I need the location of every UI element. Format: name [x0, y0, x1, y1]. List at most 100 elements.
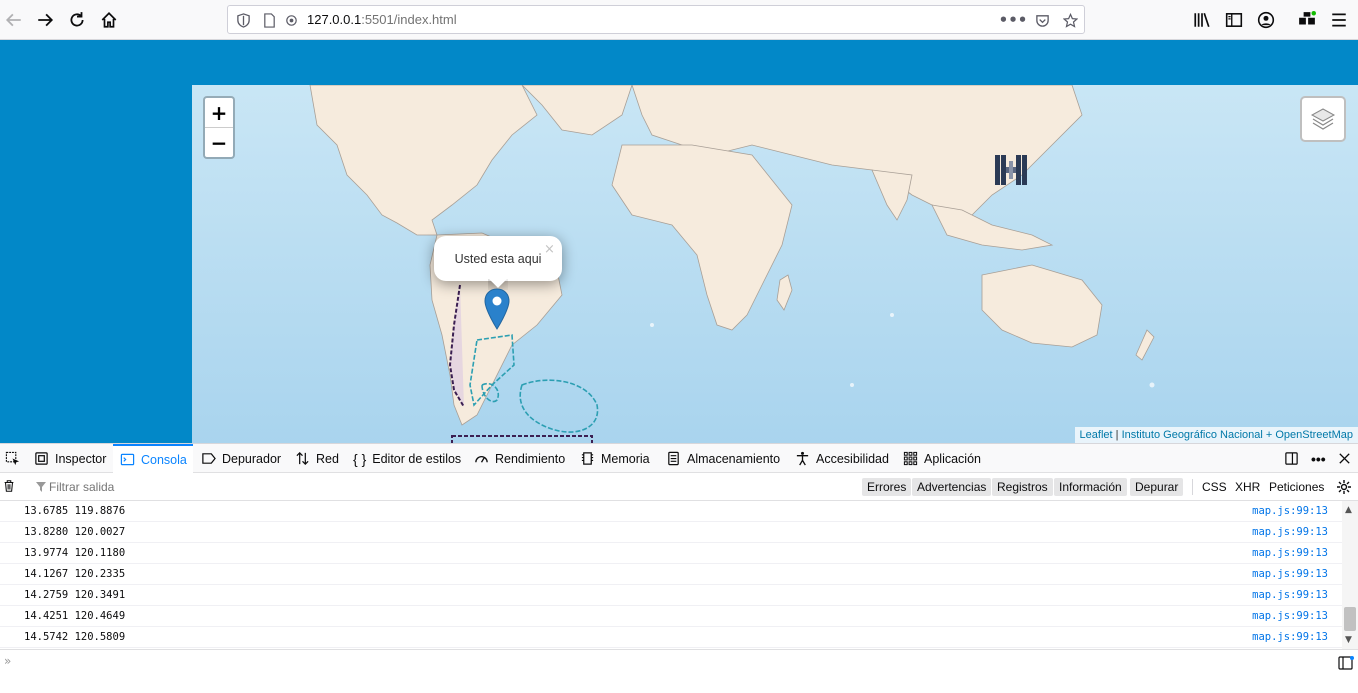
- back-arrow-icon: [5, 13, 21, 27]
- filter-debug-button[interactable]: Depurar: [1130, 478, 1184, 496]
- shield-icon[interactable]: [234, 11, 252, 29]
- url-text[interactable]: 127.0.0.1:5501/index.html: [307, 12, 457, 27]
- account-icon: [1257, 11, 1275, 29]
- gear-icon: [1337, 480, 1351, 494]
- back-button[interactable]: [0, 6, 28, 34]
- filter-css-button[interactable]: CSS: [1197, 478, 1232, 496]
- tab-network[interactable]: Red: [295, 444, 339, 473]
- log-source-link[interactable]: map.js:99:13: [1252, 585, 1328, 606]
- page-actions-icon[interactable]: •••: [999, 11, 1028, 29]
- clear-console-button[interactable]: [2, 479, 18, 495]
- tab-style-editor[interactable]: { } Editor de estilos: [353, 444, 461, 473]
- tab-memory[interactable]: Memoria: [580, 444, 650, 473]
- tab-application[interactable]: Aplicación: [903, 444, 981, 473]
- log-message: 13.9774 120.1180: [24, 547, 126, 559]
- devtools-options-button[interactable]: •••: [1311, 444, 1329, 473]
- permissions-icon[interactable]: [282, 11, 300, 29]
- tab-inspector[interactable]: Inspector: [34, 444, 112, 473]
- tab-console[interactable]: Consola: [113, 444, 193, 473]
- console-icon: [120, 453, 135, 466]
- log-source-link[interactable]: map.js:99:13: [1252, 501, 1328, 522]
- extensions-icon: [1299, 11, 1316, 25]
- home-button[interactable]: [95, 6, 123, 34]
- tab-storage[interactable]: Almacenamiento: [666, 444, 780, 473]
- console-filter-bar: Errores Advertencias Registros Informaci…: [0, 473, 1358, 501]
- leaflet-link[interactable]: Leaflet: [1080, 429, 1113, 441]
- editor-mode-icon[interactable]: [1338, 656, 1354, 670]
- reload-button[interactable]: [63, 6, 91, 34]
- dock-side-icon: [1285, 452, 1298, 465]
- url-bar[interactable]: 127.0.0.1:5501/index.html •••: [227, 5, 1085, 34]
- storage-icon: [668, 451, 679, 466]
- zoom-out-button[interactable]: −: [205, 128, 233, 158]
- tab-performance[interactable]: Rendimiento: [474, 444, 565, 473]
- menu-button[interactable]: [1325, 6, 1353, 34]
- sidebar-button[interactable]: [1220, 6, 1248, 34]
- zoom-in-button[interactable]: +: [205, 98, 233, 128]
- log-source-link[interactable]: map.js:99:13: [1252, 543, 1328, 564]
- extensions-button[interactable]: [1293, 6, 1321, 34]
- leaflet-map[interactable]: + − Usted esta aqui × Leaflet | Institut…: [192, 85, 1358, 443]
- forward-arrow-icon: [38, 13, 54, 27]
- debugger-icon: [202, 453, 216, 464]
- location-popup: Usted esta aqui: [434, 236, 562, 281]
- devtools-tabbar: Inspector Consola Depurador Red { } Edit…: [0, 443, 1358, 473]
- console-log-row: 14.4251 120.4649 map.js:99:13: [0, 606, 1342, 627]
- home-icon: [101, 12, 117, 28]
- filter-output-input[interactable]: [33, 479, 533, 495]
- log-message: 14.2759 120.3491: [24, 589, 126, 601]
- log-message: 13.8280 120.0027: [24, 526, 126, 538]
- element-picker-button[interactable]: [0, 444, 24, 473]
- source-link[interactable]: Instituto Geográfico Nacional + OpenStre…: [1122, 429, 1353, 441]
- scrollbar-thumb[interactable]: [1344, 607, 1356, 631]
- page-content: + − Usted esta aqui × Leaflet | Institut…: [0, 40, 1358, 443]
- console-log-row: 14.1267 120.2335 map.js:99:13: [0, 564, 1342, 585]
- log-message: 14.5742 120.5809: [24, 631, 126, 643]
- close-icon: [1339, 453, 1350, 464]
- log-message: 14.4251 120.4649: [24, 610, 126, 622]
- layers-control-button[interactable]: [1300, 96, 1346, 142]
- location-marker-icon[interactable]: [484, 288, 510, 330]
- console-log-row: 14.5742 120.5809 map.js:99:13: [0, 627, 1342, 648]
- log-source-link[interactable]: map.js:99:13: [1252, 606, 1328, 627]
- library-button[interactable]: [1188, 6, 1216, 34]
- log-message: 13.6785 119.8876: [24, 505, 126, 517]
- filter-requests-button[interactable]: Peticiones: [1264, 478, 1329, 496]
- console-settings-button[interactable]: [1336, 479, 1352, 495]
- trash-icon: [4, 480, 14, 492]
- log-source-link[interactable]: map.js:99:13: [1252, 522, 1328, 543]
- reload-icon: [70, 12, 84, 27]
- page-icon: [260, 11, 278, 29]
- memory-icon: [581, 452, 594, 465]
- scroll-down-icon[interactable]: ▼: [1345, 635, 1352, 645]
- zoom-control: + −: [203, 96, 235, 159]
- sidebar-icon: [1225, 13, 1243, 27]
- accessibility-icon: [796, 451, 809, 466]
- inspector-icon: [35, 452, 48, 465]
- log-source-link[interactable]: map.js:99:13: [1252, 627, 1328, 648]
- tab-debugger[interactable]: Depurador: [201, 444, 281, 473]
- account-button[interactable]: [1252, 6, 1280, 34]
- log-source-link[interactable]: map.js:99:13: [1252, 564, 1328, 585]
- bookmark-star-icon[interactable]: [1061, 11, 1079, 29]
- filter-info-button[interactable]: Información: [1054, 478, 1127, 496]
- filter-warnings-button[interactable]: Advertencias: [912, 478, 992, 496]
- tab-accessibility[interactable]: Accesibilidad: [795, 444, 889, 473]
- console-scrollbar[interactable]: ▲ ▼: [1342, 501, 1358, 649]
- filter-errors-button[interactable]: Errores: [862, 478, 912, 496]
- layers-icon: [1310, 108, 1336, 130]
- forward-button[interactable]: [31, 6, 59, 34]
- filter-logs-button[interactable]: Registros: [992, 478, 1053, 496]
- console-log-row: 14.2759 120.3491 map.js:99:13: [0, 585, 1342, 606]
- console-input-area[interactable]: »: [0, 649, 1358, 693]
- popup-text: Usted esta aqui: [454, 251, 542, 266]
- filter-xhr-button[interactable]: XHR: [1230, 478, 1265, 496]
- popup-close-button[interactable]: ×: [544, 242, 555, 257]
- more-options-icon: •••: [1311, 450, 1326, 467]
- prompt-chevron-icon: »: [4, 654, 12, 668]
- scroll-up-icon[interactable]: ▲: [1345, 505, 1352, 515]
- close-devtools-button[interactable]: [1337, 444, 1353, 473]
- iss-satellite-icon[interactable]: [994, 153, 1028, 187]
- pocket-icon[interactable]: [1033, 11, 1051, 29]
- dock-button[interactable]: [1284, 444, 1302, 473]
